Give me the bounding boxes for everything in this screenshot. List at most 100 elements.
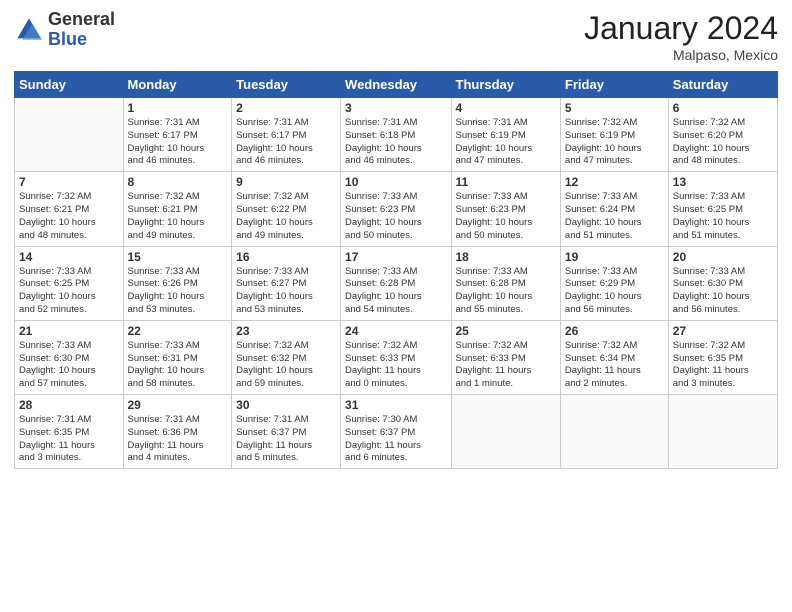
day-info: Sunrise: 7:33 AM Sunset: 6:28 PM Dayligh… — [345, 266, 446, 317]
calendar-cell: 7 Sunrise: 7:32 AM Sunset: 6:21 PM Daylig… — [15, 172, 124, 246]
day-number: 28 — [19, 398, 119, 412]
calendar-header-saturday: Saturday — [668, 72, 777, 98]
calendar-cell — [560, 395, 668, 469]
calendar-cell: 22 Sunrise: 7:33 AM Sunset: 6:31 PM Dayli… — [123, 320, 232, 394]
calendar-cell — [451, 395, 560, 469]
day-info: Sunrise: 7:31 AM Sunset: 6:17 PM Dayligh… — [128, 117, 228, 168]
calendar-cell: 29Sunrise: 7:31 AM Sunset: 6:36 PM Dayli… — [123, 395, 232, 469]
calendar-cell: 1 Sunrise: 7:31 AM Sunset: 6:17 PM Daylig… — [123, 98, 232, 172]
day-number: 3 — [345, 101, 446, 115]
calendar-cell: 21Sunrise: 7:33 AM Sunset: 6:30 PM Dayli… — [15, 320, 124, 394]
calendar-header-thursday: Thursday — [451, 72, 560, 98]
calendar-header-monday: Monday — [123, 72, 232, 98]
day-info: Sunrise: 7:33 AM Sunset: 6:26 PM Dayligh… — [128, 266, 228, 317]
day-info: Sunrise: 7:31 AM Sunset: 6:19 PM Dayligh… — [456, 117, 556, 168]
logo-text: General Blue — [48, 10, 115, 50]
calendar-week-row: 1 Sunrise: 7:31 AM Sunset: 6:17 PM Daylig… — [15, 98, 778, 172]
day-number: 19 — [565, 250, 664, 264]
calendar-cell: 20 Sunrise: 7:33 AM Sunset: 6:30 PM Dayli… — [668, 246, 777, 320]
calendar-cell: 2 Sunrise: 7:31 AM Sunset: 6:17 PM Daylig… — [232, 98, 341, 172]
day-info: Sunrise: 7:33 AM Sunset: 6:31 PM Dayligh… — [128, 340, 228, 391]
day-number: 5 — [565, 101, 664, 115]
calendar-table: SundayMondayTuesdayWednesdayThursdayFrid… — [14, 71, 778, 469]
calendar-cell: 30 Sunrise: 7:31 AM Sunset: 6:37 PM Dayli… — [232, 395, 341, 469]
day-info: Sunrise: 7:32 AM Sunset: 6:21 PM Dayligh… — [128, 191, 228, 242]
day-info: Sunrise: 7:33 AM Sunset: 6:23 PM Dayligh… — [345, 191, 446, 242]
day-number: 8 — [128, 175, 228, 189]
calendar-header-wednesday: Wednesday — [341, 72, 451, 98]
calendar-cell: 18Sunrise: 7:33 AM Sunset: 6:28 PM Dayli… — [451, 246, 560, 320]
day-info: Sunrise: 7:32 AM Sunset: 6:20 PM Dayligh… — [673, 117, 773, 168]
logo-blue-text: Blue — [48, 29, 87, 49]
calendar-cell — [15, 98, 124, 172]
day-number: 18 — [456, 250, 556, 264]
day-number: 11 — [456, 175, 556, 189]
calendar-cell: 6Sunrise: 7:32 AM Sunset: 6:20 PM Daylig… — [668, 98, 777, 172]
day-info: Sunrise: 7:33 AM Sunset: 6:25 PM Dayligh… — [19, 266, 119, 317]
month-year: January 2024 — [584, 10, 778, 47]
calendar-cell: 5 Sunrise: 7:32 AM Sunset: 6:19 PM Daylig… — [560, 98, 668, 172]
calendar-cell: 8 Sunrise: 7:32 AM Sunset: 6:21 PM Daylig… — [123, 172, 232, 246]
day-info: Sunrise: 7:33 AM Sunset: 6:23 PM Dayligh… — [456, 191, 556, 242]
day-info: Sunrise: 7:33 AM Sunset: 6:27 PM Dayligh… — [236, 266, 336, 317]
day-number: 15 — [128, 250, 228, 264]
calendar-week-row: 28 Sunrise: 7:31 AM Sunset: 6:35 PM Dayli… — [15, 395, 778, 469]
calendar-cell: 12 Sunrise: 7:33 AM Sunset: 6:24 PM Dayli… — [560, 172, 668, 246]
day-number: 2 — [236, 101, 336, 115]
day-info: Sunrise: 7:33 AM Sunset: 6:29 PM Dayligh… — [565, 266, 664, 317]
day-info: Sunrise: 7:32 AM Sunset: 6:21 PM Dayligh… — [19, 191, 119, 242]
day-number: 16 — [236, 250, 336, 264]
day-info: Sunrise: 7:31 AM Sunset: 6:17 PM Dayligh… — [236, 117, 336, 168]
day-number: 20 — [673, 250, 773, 264]
calendar-cell: 25 Sunrise: 7:32 AM Sunset: 6:33 PM Dayli… — [451, 320, 560, 394]
day-info: Sunrise: 7:33 AM Sunset: 6:25 PM Dayligh… — [673, 191, 773, 242]
day-number: 30 — [236, 398, 336, 412]
day-info: Sunrise: 7:31 AM Sunset: 6:37 PM Dayligh… — [236, 414, 336, 465]
day-number: 26 — [565, 324, 664, 338]
calendar-cell: 14Sunrise: 7:33 AM Sunset: 6:25 PM Dayli… — [15, 246, 124, 320]
day-number: 12 — [565, 175, 664, 189]
calendar-cell: 31 Sunrise: 7:30 AM Sunset: 6:37 PM Dayli… — [341, 395, 451, 469]
day-number: 25 — [456, 324, 556, 338]
day-number: 7 — [19, 175, 119, 189]
logo-icon — [14, 15, 44, 45]
location: Malpaso, Mexico — [584, 47, 778, 63]
calendar-cell: 27Sunrise: 7:32 AM Sunset: 6:35 PM Dayli… — [668, 320, 777, 394]
calendar-cell: 16 Sunrise: 7:33 AM Sunset: 6:27 PM Dayli… — [232, 246, 341, 320]
calendar-header-sunday: Sunday — [15, 72, 124, 98]
calendar-cell: 3Sunrise: 7:31 AM Sunset: 6:18 PM Daylig… — [341, 98, 451, 172]
calendar-week-row: 14Sunrise: 7:33 AM Sunset: 6:25 PM Dayli… — [15, 246, 778, 320]
day-number: 23 — [236, 324, 336, 338]
calendar-cell — [668, 395, 777, 469]
day-number: 13 — [673, 175, 773, 189]
logo-general-text: General — [48, 9, 115, 29]
calendar-cell: 11 Sunrise: 7:33 AM Sunset: 6:23 PM Dayli… — [451, 172, 560, 246]
calendar-cell: 23 Sunrise: 7:32 AM Sunset: 6:32 PM Dayli… — [232, 320, 341, 394]
calendar-header-row: SundayMondayTuesdayWednesdayThursdayFrid… — [15, 72, 778, 98]
calendar-cell: 4Sunrise: 7:31 AM Sunset: 6:19 PM Daylig… — [451, 98, 560, 172]
day-info: Sunrise: 7:33 AM Sunset: 6:24 PM Dayligh… — [565, 191, 664, 242]
day-info: Sunrise: 7:30 AM Sunset: 6:37 PM Dayligh… — [345, 414, 446, 465]
day-info: Sunrise: 7:33 AM Sunset: 6:30 PM Dayligh… — [673, 266, 773, 317]
day-info: Sunrise: 7:32 AM Sunset: 6:32 PM Dayligh… — [236, 340, 336, 391]
day-number: 31 — [345, 398, 446, 412]
calendar-header-friday: Friday — [560, 72, 668, 98]
calendar-cell: 17Sunrise: 7:33 AM Sunset: 6:28 PM Dayli… — [341, 246, 451, 320]
calendar-cell: 13 Sunrise: 7:33 AM Sunset: 6:25 PM Dayli… — [668, 172, 777, 246]
day-info: Sunrise: 7:31 AM Sunset: 6:35 PM Dayligh… — [19, 414, 119, 465]
day-number: 1 — [128, 101, 228, 115]
day-number: 10 — [345, 175, 446, 189]
calendar-cell: 26Sunrise: 7:32 AM Sunset: 6:34 PM Dayli… — [560, 320, 668, 394]
calendar-cell: 24Sunrise: 7:32 AM Sunset: 6:33 PM Dayli… — [341, 320, 451, 394]
day-info: Sunrise: 7:32 AM Sunset: 6:19 PM Dayligh… — [565, 117, 664, 168]
day-number: 27 — [673, 324, 773, 338]
calendar-header-tuesday: Tuesday — [232, 72, 341, 98]
day-number: 22 — [128, 324, 228, 338]
calendar-cell: 10 Sunrise: 7:33 AM Sunset: 6:23 PM Dayli… — [341, 172, 451, 246]
calendar-cell: 28 Sunrise: 7:31 AM Sunset: 6:35 PM Dayli… — [15, 395, 124, 469]
day-number: 21 — [19, 324, 119, 338]
page: General Blue January 2024 Malpaso, Mexic… — [0, 0, 792, 612]
logo: General Blue — [14, 10, 115, 50]
day-info: Sunrise: 7:32 AM Sunset: 6:33 PM Dayligh… — [456, 340, 556, 391]
day-number: 9 — [236, 175, 336, 189]
